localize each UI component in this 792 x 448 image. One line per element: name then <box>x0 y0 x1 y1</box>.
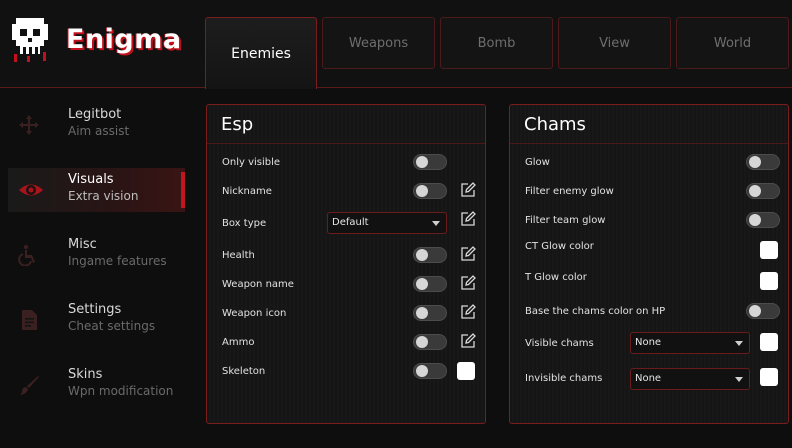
tab-bomb[interactable]: Bomb <box>440 17 553 69</box>
invisible-chams-color-swatch[interactable] <box>760 368 778 386</box>
tab-enemies[interactable]: Enemies <box>205 17 317 89</box>
box-type-select[interactable]: Default <box>327 212 447 234</box>
only-visible-label: Only visible <box>222 157 281 168</box>
sidebar-item-legitbot[interactable]: Legitbot Aim assist <box>8 103 185 147</box>
weapon-name-toggle[interactable] <box>413 276 447 292</box>
nickname-label: Nickname <box>222 186 272 197</box>
sidebar-item-title: Misc <box>68 237 97 252</box>
brand-name: Enigma <box>66 24 182 55</box>
box-type-label: Box type <box>222 218 267 229</box>
filter-enemy-glow-toggle[interactable] <box>746 183 780 199</box>
sidebar-item-title: Visuals <box>68 172 114 187</box>
brush-icon <box>20 376 39 395</box>
visible-chams-value: None <box>635 337 662 348</box>
visible-chams-color-swatch[interactable] <box>760 333 778 351</box>
health-label: Health <box>222 250 255 261</box>
wheelchair-icon <box>18 244 35 266</box>
active-indicator <box>181 172 185 208</box>
t-glow-color-swatch[interactable] <box>760 272 778 290</box>
sidebar-item-misc[interactable]: Misc Ingame features <box>8 233 185 277</box>
crosshair-icon <box>19 115 39 135</box>
edit-icon[interactable] <box>459 303 477 321</box>
invisible-chams-select[interactable]: None <box>630 368 750 390</box>
visible-chams-label: Visible chams <box>525 338 594 349</box>
edit-icon[interactable] <box>459 210 477 228</box>
invisible-chams-value: None <box>635 373 662 384</box>
divider <box>510 143 788 144</box>
edit-icon[interactable] <box>459 332 477 350</box>
only-visible-toggle[interactable] <box>413 154 447 170</box>
document-icon <box>22 310 37 330</box>
divider <box>207 143 485 144</box>
skeleton-color-swatch[interactable] <box>457 362 475 380</box>
glow-toggle[interactable] <box>746 154 780 170</box>
sidebar-item-subtitle: Wpn modification <box>68 384 174 398</box>
edit-icon[interactable] <box>459 245 477 263</box>
chevron-down-icon <box>735 341 743 346</box>
visible-chams-select[interactable]: None <box>630 332 750 354</box>
health-toggle[interactable] <box>413 247 447 263</box>
eye-icon <box>19 184 43 196</box>
ct-glow-color-label: CT Glow color <box>525 241 594 252</box>
t-glow-color-label: T Glow color <box>525 272 587 283</box>
base-chams-hp-label: Base the chams color on HP <box>525 306 666 317</box>
tab-weapons[interactable]: Weapons <box>322 17 435 69</box>
panel-title: Chams <box>524 114 586 135</box>
nickname-toggle[interactable] <box>413 183 447 199</box>
sidebar-item-subtitle: Cheat settings <box>68 319 156 333</box>
skeleton-toggle[interactable] <box>413 363 447 379</box>
skeleton-label: Skeleton <box>222 366 266 377</box>
sidebar-item-settings[interactable]: Settings Cheat settings <box>8 298 185 342</box>
ammo-label: Ammo <box>222 337 255 348</box>
esp-panel: Esp Only visible Nickname Box type Defau… <box>206 104 486 424</box>
filter-team-glow-toggle[interactable] <box>746 212 780 228</box>
sidebar-item-title: Settings <box>68 302 122 317</box>
filter-team-glow-label: Filter team glow <box>525 215 606 226</box>
sidebar-item-subtitle: Extra vision <box>68 189 139 203</box>
weapon-icon-label: Weapon icon <box>222 308 287 319</box>
panel-title: Esp <box>221 114 254 135</box>
edit-icon[interactable] <box>459 181 477 199</box>
chams-panel: Chams Glow Filter enemy glow Filter team… <box>509 104 789 424</box>
weapon-name-label: Weapon name <box>222 279 294 290</box>
sidebar-item-title: Legitbot <box>68 107 122 122</box>
sidebar-item-skins[interactable]: Skins Wpn modification <box>8 363 185 407</box>
edit-icon[interactable] <box>459 274 477 292</box>
header-bar: Enigma Enemies Weapons Bomb View World <box>0 0 792 89</box>
sidebar-item-subtitle: Aim assist <box>68 124 130 138</box>
tab-view[interactable]: View <box>558 17 671 69</box>
glow-label: Glow <box>525 157 550 168</box>
filter-enemy-glow-label: Filter enemy glow <box>525 186 614 197</box>
box-type-value: Default <box>332 217 369 228</box>
sidebar-item-subtitle: Ingame features <box>68 254 167 268</box>
sidebar-item-title: Skins <box>68 367 103 382</box>
chevron-down-icon <box>735 377 743 382</box>
tab-world[interactable]: World <box>676 17 789 69</box>
base-chams-hp-toggle[interactable] <box>746 303 780 319</box>
ct-glow-color-swatch[interactable] <box>760 241 778 259</box>
invisible-chams-label: Invisible chams <box>525 373 603 384</box>
weapon-icon-toggle[interactable] <box>413 305 447 321</box>
sidebar-item-visuals[interactable]: Visuals Extra vision <box>8 168 185 212</box>
chevron-down-icon <box>432 221 440 226</box>
ammo-toggle[interactable] <box>413 334 447 350</box>
skull-logo-icon <box>12 18 48 62</box>
